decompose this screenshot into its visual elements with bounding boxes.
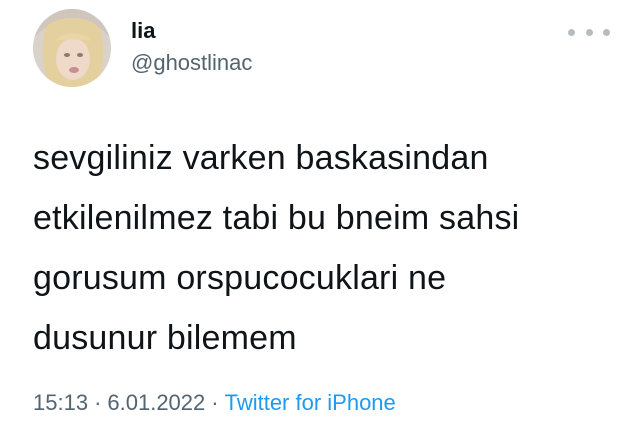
tweet-text-line: sevgiliniz varken baskasindan	[33, 139, 489, 177]
more-horizontal-icon-dot	[568, 28, 575, 36]
avatar-photo	[33, 9, 111, 87]
avatar[interactable]	[33, 9, 111, 87]
tweet-text-line: etkilenilmez tabi bu bneim sahsi	[33, 199, 520, 237]
tweet-text-line: dusunur bilemem	[33, 319, 297, 357]
more-horizontal-icon-dot	[585, 28, 593, 36]
tweet-text: sevgiliniz varken baskasindan etkilenilm…	[33, 128, 613, 368]
separator: ·	[211, 390, 219, 415]
more-options-button[interactable]	[568, 20, 610, 44]
tweet-source-link[interactable]: Twitter for iPhone	[225, 390, 396, 415]
tweet-time[interactable]: 15:13	[33, 390, 88, 415]
tweet-text-line: gorusum orspucocuklari ne	[33, 259, 447, 297]
more-horizontal-icon-dot	[603, 28, 610, 36]
tweet-metadata: 15:13 · 6.01.2022 · Twitter for iPhone	[33, 390, 396, 416]
display-name[interactable]: lia	[131, 18, 155, 44]
user-handle[interactable]: @ghostlinac	[131, 50, 252, 76]
separator: ·	[94, 390, 102, 415]
tweet-date[interactable]: 6.01.2022	[107, 390, 205, 415]
tweet-card: lia @ghostlinac sevgiliniz varken baskas…	[0, 0, 640, 435]
